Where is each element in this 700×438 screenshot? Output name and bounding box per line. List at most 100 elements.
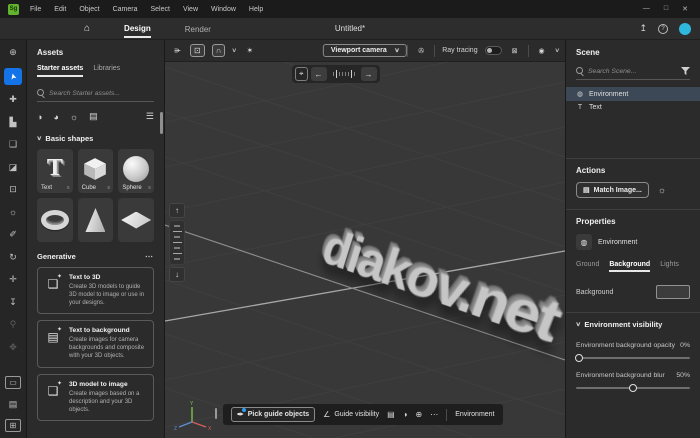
shape-text-card[interactable]: T Text ≡: [37, 149, 73, 193]
tab-render[interactable]: Render: [185, 21, 211, 37]
filter-models-icon[interactable]: ◑: [37, 112, 42, 122]
tool-extrude-icon[interactable]: ◪: [4, 160, 22, 175]
next-camera-button[interactable]: →: [361, 67, 377, 81]
shape-settings-icon[interactable]: ≡: [67, 185, 70, 191]
list-view-icon[interactable]: ☰: [146, 111, 154, 122]
tool-zoom-icon[interactable]: ⚲: [4, 317, 22, 332]
scene-item-text[interactable]: T Text: [566, 101, 700, 114]
shape-sphere-card[interactable]: Sphere ≡: [118, 149, 154, 193]
light-icon[interactable]: ☼: [658, 185, 666, 195]
minimize-button[interactable]: —: [643, 5, 650, 13]
share-icon[interactable]: ↥: [639, 23, 647, 34]
shape-torus-card[interactable]: [37, 198, 73, 242]
background-color-swatch[interactable]: [656, 285, 690, 299]
tab-design[interactable]: Design: [124, 20, 151, 38]
more-icon[interactable]: ⋯: [430, 410, 438, 419]
tool-region-icon[interactable]: ⊡: [4, 182, 22, 197]
opacity-slider-thumb[interactable]: [575, 354, 583, 362]
menu-help[interactable]: Help: [247, 5, 265, 14]
match-image-button[interactable]: ▤ Match Image...: [576, 182, 649, 198]
tab-libraries[interactable]: Libraries: [93, 65, 120, 77]
camera-bookmark-icon[interactable]: ⌖: [295, 67, 308, 81]
tool-add-icon[interactable]: ⊕: [4, 45, 22, 60]
assets-scrollbar[interactable]: [160, 112, 163, 134]
shape-plane-card[interactable]: [118, 198, 154, 242]
tab-lights[interactable]: Lights: [660, 261, 679, 272]
help-icon[interactable]: ?: [658, 24, 668, 34]
eye-icon[interactable]: ◉: [536, 47, 548, 55]
filter-materials-icon[interactable]: ◕: [53, 112, 58, 122]
guides-star-icon[interactable]: ✶: [244, 46, 256, 55]
tool-scale-icon[interactable]: ▙: [4, 115, 22, 130]
dolly-up-button[interactable]: ↑: [169, 203, 185, 218]
tool-dock-icon[interactable]: ▤: [4, 397, 22, 412]
filter-images-icon[interactable]: ▤: [89, 111, 98, 122]
guide-visibility-button[interactable]: ∠ Guide visibility: [323, 410, 379, 419]
shape-cone-card[interactable]: [78, 198, 114, 242]
frame-fit-button[interactable]: ⊡: [190, 44, 205, 57]
camera-ruler[interactable]: [330, 70, 358, 78]
tab-ground[interactable]: Ground: [576, 261, 599, 272]
scene-search-input[interactable]: [588, 68, 677, 75]
camera-alt-icon[interactable]: ✇: [415, 47, 427, 55]
environment-label[interactable]: Environment: [455, 411, 494, 418]
dolly-down-button[interactable]: ↓: [169, 267, 185, 282]
model-to-image-card[interactable]: ❑✦ 3D model to image Create images based…: [37, 374, 154, 421]
tool-pan-icon[interactable]: ✥: [4, 340, 22, 355]
blur-slider-thumb[interactable]: [629, 384, 637, 392]
tool-elevate-icon[interactable]: ↧: [4, 295, 22, 310]
viewport[interactable]: ⋔ ⊡ ∩ ∨ ✶ Viewport camera ∨ ⌖ ↷ ✇ Ray tr…: [165, 40, 565, 438]
menu-select[interactable]: Select: [148, 5, 171, 14]
snap-chevron-icon[interactable]: ∨: [232, 47, 238, 54]
add-environment-icon[interactable]: ⊕: [416, 410, 423, 419]
prev-camera-button[interactable]: ←: [311, 67, 327, 81]
basic-shapes-header[interactable]: ∨ Basic shapes: [37, 134, 154, 143]
menu-edit[interactable]: Edit: [52, 5, 68, 14]
filter-lights-icon[interactable]: ☼: [70, 112, 78, 122]
tool-move-icon[interactable]: ✚: [4, 92, 22, 107]
shape-settings-icon[interactable]: ≡: [107, 185, 110, 191]
opacity-slider[interactable]: [576, 357, 690, 359]
menu-object[interactable]: Object: [77, 5, 101, 14]
tab-starter-assets[interactable]: Starter assets: [37, 65, 83, 77]
tool-light-icon[interactable]: ☼: [4, 205, 22, 220]
menu-window[interactable]: Window: [209, 5, 238, 14]
tool-translate-icon[interactable]: ✛: [4, 272, 22, 287]
menu-file[interactable]: File: [28, 5, 43, 14]
contrast-icon[interactable]: ◑: [403, 410, 408, 419]
menu-view[interactable]: View: [181, 5, 200, 14]
node-link-icon[interactable]: ⋔: [173, 45, 182, 57]
text-to-3d-card[interactable]: ❑✦ Text to 3D Create 3D models to guide …: [37, 267, 154, 314]
maximize-button[interactable]: □: [664, 5, 668, 13]
shape-settings-icon[interactable]: ≡: [148, 185, 151, 191]
background-image-icon[interactable]: ▤: [387, 410, 395, 419]
avatar[interactable]: [679, 23, 691, 35]
tool-render-icon[interactable]: ⊞: [5, 419, 21, 432]
more-icon[interactable]: ⋯: [145, 252, 154, 261]
visibility-chevron-icon[interactable]: ∨: [554, 47, 560, 54]
shape-cube-card[interactable]: Cube ≡: [78, 149, 114, 193]
assets-search-input[interactable]: [49, 90, 154, 97]
text-to-background-card[interactable]: ▤✦ Text to background Create images for …: [37, 320, 154, 367]
scene-item-environment[interactable]: ◍ Environment: [566, 87, 700, 101]
ray-tracing-toggle[interactable]: [485, 46, 502, 55]
snapping-button[interactable]: ∩: [212, 44, 226, 57]
bottom-bar-handle[interactable]: [215, 408, 217, 419]
viewport-camera-dropdown[interactable]: Viewport camera ∨: [323, 44, 407, 57]
tool-cube-icon[interactable]: ❑: [4, 137, 22, 152]
tool-frame-icon[interactable]: ▭: [5, 376, 21, 389]
close-button[interactable]: ✕: [682, 5, 688, 13]
environment-visibility-header[interactable]: ∨ Environment visibility: [576, 320, 690, 329]
dolly-slider[interactable]: [169, 220, 185, 265]
tool-rotate-icon[interactable]: ↻: [4, 250, 22, 265]
axis-gizmo[interactable]: Y X Z: [173, 400, 213, 432]
filter-icon[interactable]: [681, 67, 690, 76]
tab-background[interactable]: Background: [609, 261, 650, 272]
generative-header[interactable]: Generative ⋯: [37, 252, 154, 261]
pick-guide-objects-button[interactable]: ✒ Pick guide objects: [231, 407, 315, 422]
denoise-icon[interactable]: ⊠: [509, 47, 521, 55]
tool-select-icon[interactable]: ➤: [4, 68, 22, 85]
home-icon[interactable]: ⌂: [84, 23, 90, 34]
menu-camera[interactable]: Camera: [111, 5, 140, 14]
blur-slider[interactable]: [576, 387, 690, 389]
